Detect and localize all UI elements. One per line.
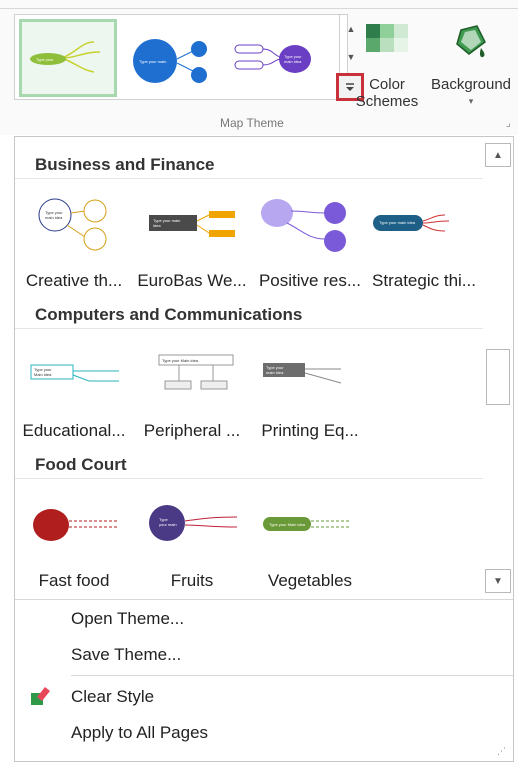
theme-dropdown-panel: Business and Finance Type your main idea…	[14, 136, 514, 762]
svg-text:idea: idea	[153, 223, 161, 228]
paint-bucket-icon	[456, 25, 486, 58]
triangle-down-icon: ▼	[493, 575, 503, 587]
theme-label-strategic: Strategic thi...	[372, 271, 476, 290]
theme-label-vegetables: Vegetables	[267, 571, 353, 590]
theme-label-fruits: Fruits	[170, 571, 214, 590]
theme-label-peripheral: Peripheral ...	[143, 421, 241, 440]
theme-thumb-printing[interactable]: Type your main idea	[261, 341, 365, 411]
theme-label-positive: Positive res...	[258, 271, 362, 290]
theme-thumb-creative[interactable]: Type your main idea	[29, 191, 133, 261]
gallery-theme-green[interactable]: Type your	[19, 19, 117, 97]
open-theme-item[interactable]: Open Theme...	[71, 609, 184, 629]
svg-text:Type your Main idea: Type your Main idea	[269, 522, 306, 527]
color-schemes-button[interactable]: Color Schemes	[352, 22, 422, 110]
gallery-theme-purple[interactable]: Type your main idea	[229, 19, 327, 97]
theme-label-fastfood: Fast food	[38, 571, 110, 590]
scroll-up-button[interactable]: ▲	[485, 143, 511, 167]
theme-gallery-scrollbar[interactable]: ▲ ▼	[483, 137, 513, 599]
category-header-food: Food Court	[15, 451, 483, 479]
clear-style-item[interactable]: Clear Style	[71, 687, 154, 707]
ribbon-divider	[0, 8, 518, 9]
dialog-launcher-icon[interactable]: ⌟	[506, 118, 511, 129]
theme-label-creative: Creative th...	[25, 271, 123, 290]
theme-label-eurobas: EuroBas We...	[137, 271, 247, 290]
theme-thumb-strategic[interactable]: Type your main idea	[365, 191, 469, 261]
svg-text:main idea: main idea	[284, 59, 302, 64]
category-header-business: Business and Finance	[15, 151, 483, 179]
theme-thumb-peripheral[interactable]: Type your Main idea	[153, 341, 257, 411]
theme-gallery-area: Business and Finance Type your main idea…	[15, 137, 483, 599]
theme-thumb-positive[interactable]	[253, 191, 357, 261]
svg-text:Type your main: Type your main	[139, 59, 166, 64]
color-schemes-label: Color Schemes	[355, 76, 419, 110]
theme-thumb-fastfood[interactable]	[29, 491, 133, 561]
map-theme-gallery: Type your Type your main Type your main …	[14, 14, 364, 101]
save-theme-item[interactable]: Save Theme...	[71, 645, 181, 665]
triangle-up-icon: ▲	[493, 149, 503, 161]
theme-thumb-eurobas[interactable]: Type your main idea	[141, 191, 245, 261]
theme-thumb-vegetables[interactable]: Type your Main idea	[261, 491, 365, 561]
background-label: Background	[430, 76, 512, 93]
scroll-down-button[interactable]: ▼	[485, 569, 511, 593]
category-header-computers: Computers and Communications	[15, 301, 483, 329]
svg-text:your main: your main	[159, 522, 177, 527]
svg-text:main idea: main idea	[266, 370, 284, 375]
scroll-thumb[interactable]	[486, 349, 510, 405]
menu-divider	[15, 599, 513, 600]
theme-thumb-fruits[interactable]: Type your main	[141, 491, 245, 561]
apply-all-pages-item[interactable]: Apply to All Pages	[71, 723, 208, 743]
svg-text:Type your: Type your	[36, 57, 54, 62]
ribbon: Type your Type your main Type your main …	[0, 0, 518, 135]
svg-text:Type your main idea: Type your main idea	[379, 220, 416, 225]
svg-text:Type your Main idea: Type your Main idea	[162, 358, 199, 363]
background-dropdown-icon: ▾	[468, 96, 474, 106]
gallery-theme-blue[interactable]: Type your main	[125, 19, 223, 97]
svg-text:Main idea: Main idea	[34, 372, 52, 377]
svg-text:main idea: main idea	[45, 215, 63, 220]
menu-divider	[71, 675, 513, 676]
theme-label-printing: Printing Eq...	[261, 421, 359, 440]
resize-grip-icon[interactable]: ⋰	[497, 746, 507, 757]
background-button[interactable]: Background ▾	[424, 22, 518, 110]
eraser-icon	[29, 685, 51, 707]
color-schemes-icon	[366, 24, 408, 52]
theme-thumb-educational[interactable]: Type your Main idea	[29, 341, 133, 411]
theme-label-educational: Educational...	[22, 421, 126, 440]
map-theme-group-label: Map Theme	[220, 116, 284, 130]
